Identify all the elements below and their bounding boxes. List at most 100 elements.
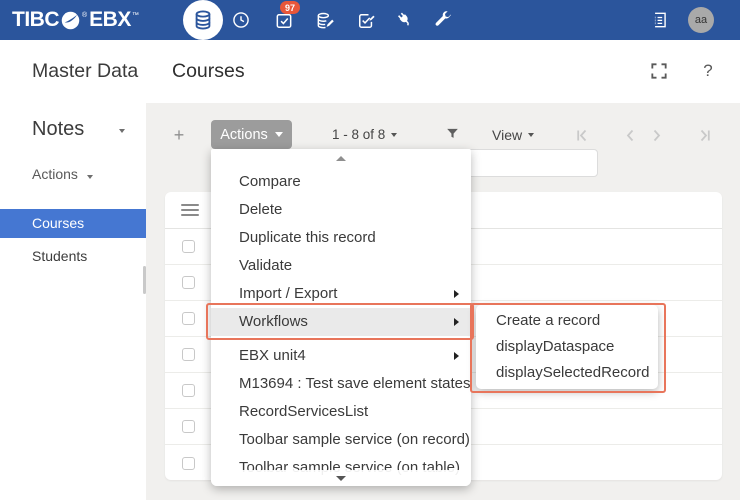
submenu-item-create-a-record[interactable]: Create a record [476, 308, 658, 334]
menu-item-label: Delete [239, 196, 282, 224]
data-perspective-button-selected[interactable] [183, 0, 223, 40]
actions-dropdown-menu: Compare Delete Duplicate this record Val… [211, 149, 471, 486]
row-checkbox[interactable] [182, 420, 195, 433]
wrench-icon [432, 10, 452, 30]
administration-button[interactable] [432, 10, 452, 30]
table-actions-button[interactable]: Actions [211, 120, 292, 149]
first-page-icon [574, 127, 591, 144]
top-navigation-bar: TIBC ® EBX ™ 97 [0, 0, 740, 40]
check-square-pencil-icon [356, 11, 376, 31]
list-panel-icon [648, 10, 668, 30]
sidebar: Notes Actions Courses Students [0, 103, 146, 500]
workflow-tasks-button[interactable] [274, 11, 294, 31]
menu-item-ebx-unit4[interactable]: EBX unit4 [211, 342, 471, 370]
search-input[interactable] [467, 150, 597, 176]
menu-item-label: Duplicate this record [239, 224, 376, 252]
data-edit-button[interactable] [315, 11, 335, 31]
submenu-arrow-icon [454, 290, 459, 298]
fullscreen-button[interactable] [649, 61, 669, 81]
menu-item-recordserviceslist[interactable]: RecordServicesList [211, 398, 471, 426]
row-checkbox[interactable] [182, 384, 195, 397]
integrations-button[interactable] [395, 10, 415, 30]
last-page-button[interactable] [696, 127, 713, 144]
trademark-mark: ™ [132, 12, 139, 19]
menu-item-workflows[interactable]: Workflows [211, 308, 471, 336]
sidebar-actions-label: Actions [32, 166, 78, 182]
registered-mark: ® [82, 12, 87, 19]
submenu-item-displayselectedrecord[interactable]: displaySelectedRecord [476, 360, 658, 386]
menu-item-label: Toolbar sample service (on record) [239, 426, 470, 454]
clock-icon [231, 10, 251, 30]
menu-scroll-down[interactable] [211, 470, 471, 486]
row-checkbox[interactable] [182, 457, 195, 470]
menu-item-duplicate[interactable]: Duplicate this record [211, 224, 471, 252]
menu-item-import-export[interactable]: Import / Export [211, 280, 471, 308]
submenu-item-displaydataspace[interactable]: displayDataspace [476, 334, 658, 360]
sidebar-item-courses[interactable]: Courses [0, 209, 146, 238]
caret-down-icon [275, 132, 283, 137]
prev-page-button[interactable] [622, 127, 639, 144]
menu-item-delete[interactable]: Delete [211, 196, 471, 224]
tibco-o-swoosh-icon [60, 10, 81, 31]
table-menu-icon[interactable] [181, 201, 199, 219]
menu-item-compare[interactable]: Compare [211, 168, 471, 196]
section-caret-icon[interactable] [119, 129, 125, 133]
page-header: Master Data Courses ? [0, 40, 740, 103]
breadcrumb[interactable]: Master Data [32, 60, 142, 83]
page-title: Courses [172, 60, 245, 83]
caret-down-icon [87, 175, 93, 179]
task-count-badge: 97 [280, 1, 300, 14]
tibco-ebx-logo: TIBC ® EBX ™ [12, 0, 141, 40]
brand-tibco-text: TIBC [12, 8, 59, 32]
checkbox-check-icon [274, 11, 294, 31]
help-button[interactable]: ? [698, 61, 718, 81]
filter-button[interactable] [445, 126, 460, 141]
fullscreen-icon [649, 61, 669, 81]
menu-item-label: Workflows [239, 308, 308, 336]
menu-item-label: M13694 : Test save element states [239, 370, 471, 398]
view-selector[interactable]: View [492, 127, 534, 143]
row-checkbox[interactable] [182, 240, 195, 253]
menu-item-m13694[interactable]: M13694 : Test save element states [211, 370, 471, 398]
actions-button-label: Actions [220, 127, 268, 143]
menu-item-label: RecordServicesList [239, 398, 368, 426]
menu-item-label: Import / Export [239, 280, 337, 308]
submenu-arrow-icon [454, 352, 459, 360]
next-page-button[interactable] [648, 127, 665, 144]
scroll-up-icon [336, 156, 346, 161]
menu-scroll-up[interactable] [211, 149, 471, 168]
sidebar-actions-menu[interactable]: Actions [32, 166, 93, 182]
first-page-button[interactable] [574, 127, 591, 144]
menu-item-label: EBX unit4 [239, 342, 306, 370]
audit-log-button[interactable] [648, 10, 668, 30]
table-search-box [466, 149, 598, 177]
filter-funnel-icon [445, 126, 460, 141]
history-button[interactable] [231, 10, 251, 30]
user-avatar[interactable]: aa [688, 7, 714, 33]
scroll-down-icon [336, 476, 346, 481]
database-icon [192, 9, 214, 31]
submenu-item-label: Create a record [496, 312, 600, 329]
plug-icon [391, 6, 419, 34]
last-page-icon [696, 127, 713, 144]
menu-item-validate[interactable]: Validate [211, 252, 471, 280]
sidebar-section-title[interactable]: Notes [32, 118, 84, 141]
record-range-label: 1 - 8 of 8 [332, 127, 385, 142]
row-checkbox[interactable] [182, 348, 195, 361]
menu-item-label: Validate [239, 252, 292, 280]
menu-item-toolbar-on-record[interactable]: Toolbar sample service (on record) [211, 426, 471, 454]
menu-item-label: Compare [239, 168, 301, 196]
row-checkbox[interactable] [182, 312, 195, 325]
sidebar-item-students[interactable]: Students [0, 242, 146, 271]
row-checkbox[interactable] [182, 276, 195, 289]
validation-edit-button[interactable] [356, 11, 376, 31]
sidebar-item-label: Students [32, 248, 87, 264]
submenu-item-label: displayDataspace [496, 338, 614, 355]
view-label: View [492, 127, 522, 143]
caret-down-icon [391, 133, 397, 137]
add-record-button[interactable]: + [170, 124, 188, 146]
record-range-selector[interactable]: 1 - 8 of 8 [332, 127, 397, 142]
brand-ebx-text: EBX [89, 8, 131, 32]
ebx-application-window: TIBC ® EBX ™ 97 [0, 0, 740, 500]
caret-down-icon [528, 133, 534, 137]
